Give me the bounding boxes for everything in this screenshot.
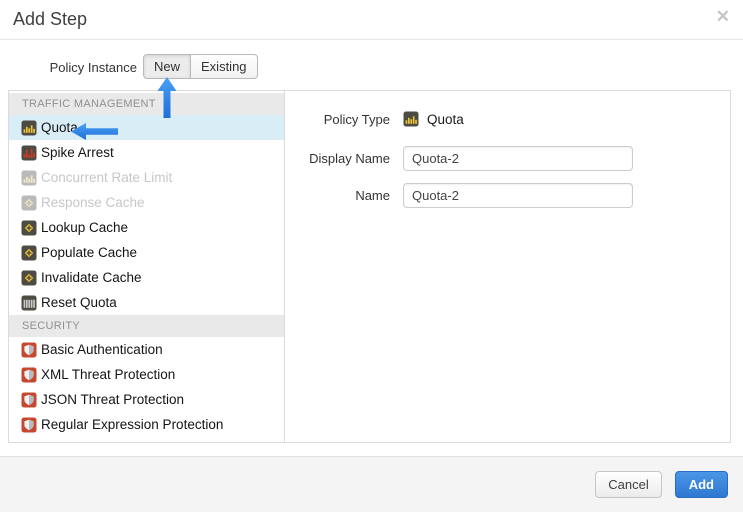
dialog-header: Add Step ✕ xyxy=(0,0,743,40)
policy-catalog-list: TRAFFIC MANAGEMENT Quota Spike Arrest Concu… xyxy=(9,91,285,442)
list-item-label: Basic Authentication xyxy=(41,342,163,357)
add-step-dialog: Add Step ✕ Policy Instance New Existing … xyxy=(0,0,743,512)
policy-details-panel: Policy Type Quota Display Name Name xyxy=(285,91,730,442)
policy-instance-new-button[interactable]: New xyxy=(143,54,191,79)
list-item-label: Quota xyxy=(41,120,78,135)
category-header: SECURITY xyxy=(9,315,284,337)
policy-instance-label: Policy Instance xyxy=(0,60,137,75)
dialog-title: Add Step xyxy=(13,9,87,30)
list-item-label: JSON Threat Protection xyxy=(41,392,184,407)
shield-icon xyxy=(21,367,37,383)
reset-quota-icon xyxy=(21,295,37,311)
content-box: TRAFFIC MANAGEMENT Quota Spike Arrest Concu… xyxy=(8,90,731,443)
list-item[interactable]: Quota xyxy=(9,115,284,140)
policy-type-text: Quota xyxy=(427,112,464,127)
shield-icon xyxy=(21,392,37,408)
list-item-label: Populate Cache xyxy=(41,245,137,260)
list-item[interactable]: Populate Cache xyxy=(9,240,284,265)
list-item-label: Lookup Cache xyxy=(41,220,128,235)
category-header: TRAFFIC MANAGEMENT xyxy=(9,93,284,115)
policy-instance-toggle: New Existing xyxy=(143,54,258,79)
name-input[interactable] xyxy=(403,183,633,208)
list-item-label: Reset Quota xyxy=(41,295,117,310)
shield-icon xyxy=(21,342,37,358)
list-item[interactable]: XML Threat Protection xyxy=(9,362,284,387)
list-item[interactable]: Regular Expression Protection xyxy=(9,412,284,437)
policy-instance-existing-button[interactable]: Existing xyxy=(191,54,258,79)
add-button[interactable]: Add xyxy=(675,471,728,498)
list-item[interactable]: JSON Threat Protection xyxy=(9,387,284,412)
list-item-label: Regular Expression Protection xyxy=(41,417,223,432)
lookup-cache-icon xyxy=(21,220,37,236)
list-item[interactable]: Lookup Cache xyxy=(9,215,284,240)
list-item-label: Spike Arrest xyxy=(41,145,114,160)
shield-icon xyxy=(21,417,37,433)
spike-arrest-icon xyxy=(21,145,37,161)
list-item: Response Cache xyxy=(9,190,284,215)
list-item: Concurrent Rate Limit xyxy=(9,165,284,190)
quota-icon xyxy=(21,120,37,136)
list-item-label: Concurrent Rate Limit xyxy=(41,170,172,185)
name-row: Name xyxy=(285,183,730,208)
close-icon[interactable]: ✕ xyxy=(716,7,730,27)
list-item[interactable]: Invalidate Cache xyxy=(9,265,284,290)
list-item[interactable]: Basic Authentication xyxy=(9,337,284,362)
invalidate-cache-icon xyxy=(21,270,37,286)
display-name-row: Display Name xyxy=(285,146,730,171)
policy-type-label: Policy Type xyxy=(285,112,390,127)
name-label: Name xyxy=(285,188,390,203)
cancel-button[interactable]: Cancel xyxy=(595,471,661,498)
display-name-label: Display Name xyxy=(285,151,390,166)
policy-type-row: Policy Type Quota xyxy=(285,111,730,127)
concurrent-rate-limit-icon xyxy=(21,170,37,186)
display-name-input[interactable] xyxy=(403,146,633,171)
populate-cache-icon xyxy=(21,245,37,261)
policy-type-value: Quota xyxy=(403,111,464,127)
list-item[interactable]: Spike Arrest xyxy=(9,140,284,165)
list-item-label: Response Cache xyxy=(41,195,145,210)
list-item[interactable]: Reset Quota xyxy=(9,290,284,315)
list-item-label: XML Threat Protection xyxy=(41,367,175,382)
list-item-label: Invalidate Cache xyxy=(41,270,142,285)
response-cache-icon xyxy=(21,195,37,211)
quota-icon xyxy=(403,111,419,127)
dialog-footer: Cancel Add xyxy=(0,456,743,512)
